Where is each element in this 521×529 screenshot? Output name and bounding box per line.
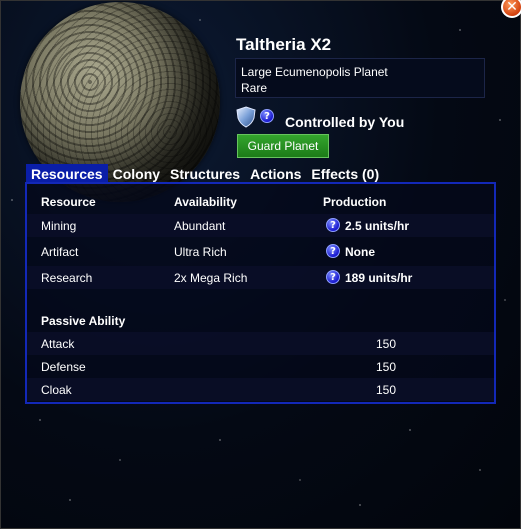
tab-resources[interactable]: Resources [26,164,108,184]
table-row: Artifact Ultra Rich ? None [27,240,494,263]
table-header: Resource Availability Production [27,190,494,213]
planet-title: Taltheria X2 [236,35,332,54]
passive-header: Passive Ability [27,309,494,332]
shield-icon [236,106,256,128]
table-row: Research 2x Mega Rich ? 189 units/hr [27,266,494,289]
list-item: Attack 150 [27,332,494,355]
tab-actions[interactable]: Actions [245,164,306,184]
header-availability: Availability [174,195,237,209]
resource-name: Artifact [41,245,79,259]
control-status: Controlled by You [285,114,405,130]
planet-description: Large Ecumenopolis Planet Rare [235,58,485,98]
help-icon[interactable]: ? [326,270,340,284]
passive-value: 150 [376,360,397,374]
planet-type: Large Ecumenopolis Planet [241,65,388,79]
passive-label: Cloak [41,383,72,397]
resource-name: Mining [41,219,77,233]
table-row: Mining Abundant ? 2.5 units/hr [27,214,494,237]
tab-structures[interactable]: Structures [165,164,245,184]
list-item: Cloak 150 [27,378,494,401]
help-icon[interactable]: ? [326,244,340,258]
tab-effects[interactable]: Effects (0) [306,164,384,184]
passive-label: Attack [41,337,75,351]
header-resource: Resource [41,195,96,209]
passive-value: 150 [376,337,397,351]
resource-production: 2.5 units/hr [345,219,410,233]
passive-label: Defense [41,360,86,374]
header-production: Production [323,195,387,209]
resource-production: 189 units/hr [345,271,413,285]
tab-colony[interactable]: Colony [108,164,165,184]
passive-value: 150 [376,383,397,397]
guard-planet-button[interactable]: Guard Planet [237,134,329,158]
close-icon[interactable]: ✕ [501,0,521,18]
resource-production: None [345,245,375,259]
resource-availability: Abundant [174,219,226,233]
resource-name: Research [41,271,93,285]
passive-ability-title: Passive Ability [41,314,126,328]
list-item: Defense 150 [27,355,494,378]
tab-bar: Resources Colony Structures Actions Effe… [26,164,384,184]
resource-availability: Ultra Rich [174,245,227,259]
planet-rarity: Rare [241,81,268,95]
help-icon[interactable]: ? [326,218,340,232]
resources-panel: Resource Availability Production Mining … [25,182,496,404]
help-icon[interactable]: ? [260,109,274,123]
resource-availability: 2x Mega Rich [174,271,248,285]
